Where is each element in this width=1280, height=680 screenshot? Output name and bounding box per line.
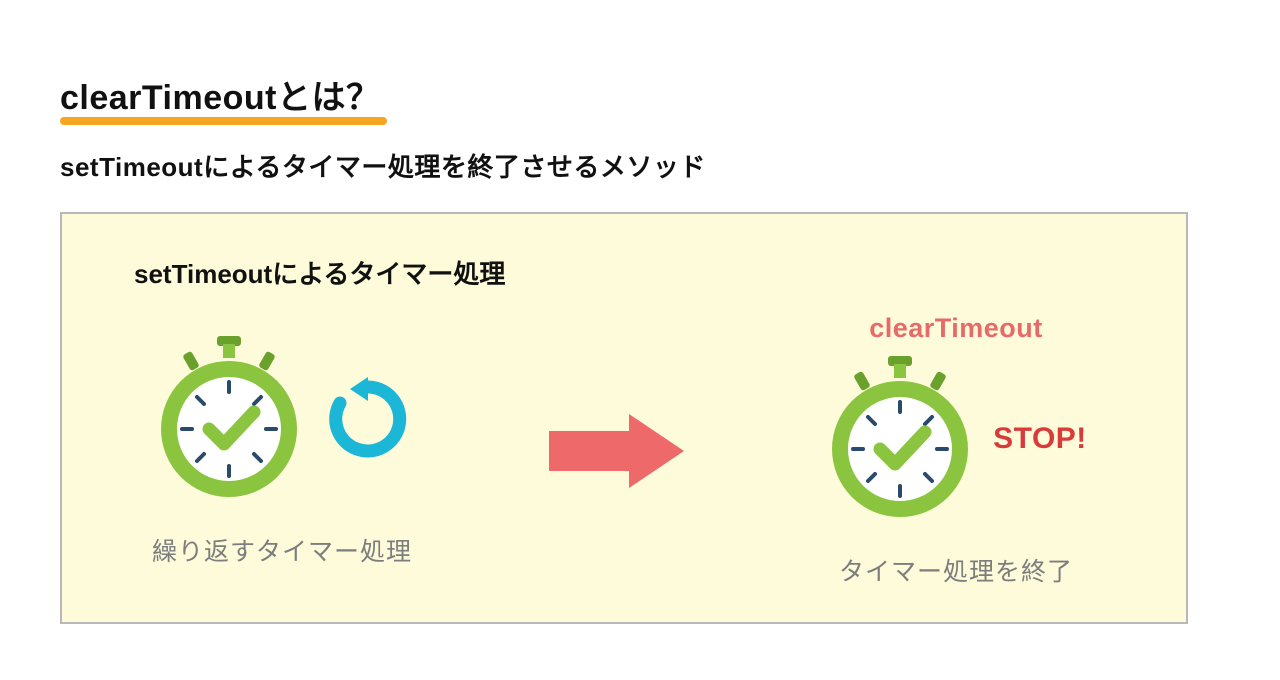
stopwatch-icon <box>154 334 304 504</box>
left-group: 繰り返すタイマー処理 <box>112 334 452 568</box>
right-caption: タイマー処理を終了 <box>839 552 1073 588</box>
right-group: clearTimeout <box>776 313 1136 588</box>
arrow-icon <box>514 406 714 496</box>
loop-icon <box>326 377 410 461</box>
diagram-panel: setTimeoutによるタイマー処理 <box>60 212 1188 624</box>
diagram-row: 繰り返すタイマー処理 clearTimeout <box>112 313 1136 588</box>
right-header: clearTimeout <box>869 313 1043 344</box>
page-title: clearTimeoutとは？ <box>60 70 381 119</box>
page-subtitle: setTimeoutによるタイマー処理を終了させるメソッド <box>60 147 1220 184</box>
stopwatch-icon <box>825 354 975 524</box>
panel-heading: setTimeoutによるタイマー処理 <box>134 254 1136 291</box>
left-caption: 繰り返すタイマー処理 <box>152 532 412 568</box>
stop-label: STOP! <box>993 422 1087 456</box>
